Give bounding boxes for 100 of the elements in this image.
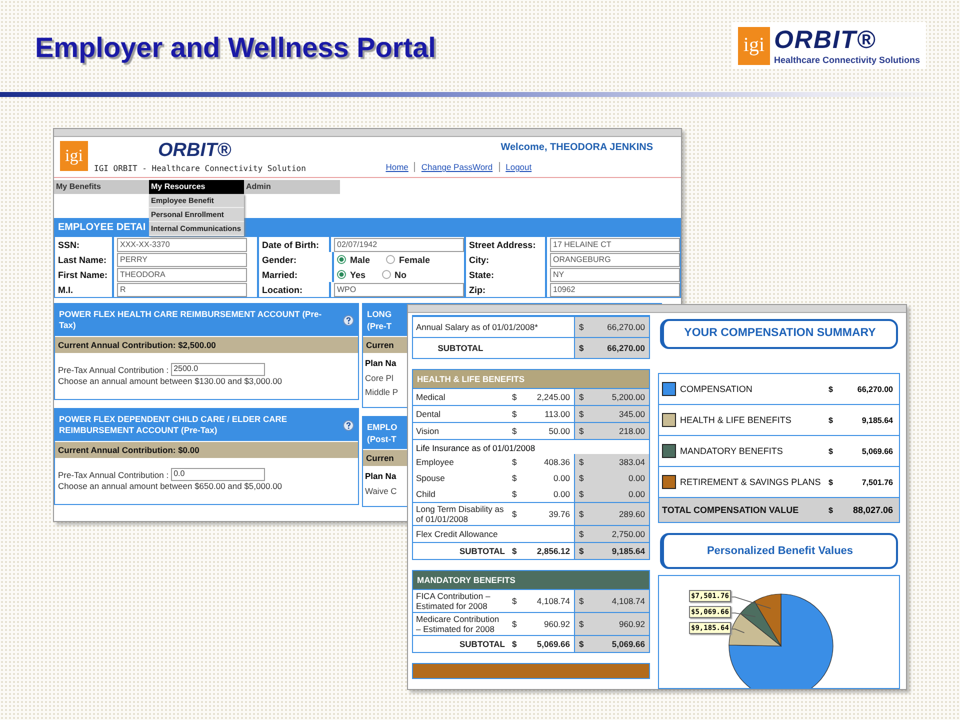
amount: 2,245.00 xyxy=(536,392,570,402)
row-label: FICA Contribution – Estimated for 2008 xyxy=(416,591,490,611)
amount: 9,185.64 xyxy=(860,416,893,424)
amount: 289.60 xyxy=(619,509,645,519)
amount: 345.00 xyxy=(619,409,645,419)
header-link[interactable]: Change PassWord xyxy=(414,162,493,172)
contribution-label: Current Annual Contribution: $2,500.00 xyxy=(55,336,358,353)
nav-tab[interactable]: My Benefits xyxy=(54,180,149,194)
total-amount: 88,027.06 xyxy=(852,505,893,515)
welcome-text: Welcome, THEODORA JENKINS xyxy=(500,142,653,153)
plan-name: Core Pl xyxy=(364,372,394,385)
field-label: Married: xyxy=(261,270,299,280)
currency-sign: $ xyxy=(512,639,517,649)
text-field[interactable]: R xyxy=(117,282,247,296)
amount: 39.76 xyxy=(548,509,570,519)
radio-button[interactable] xyxy=(382,270,391,279)
currency-sign: $ xyxy=(828,478,833,486)
field-label: City: xyxy=(468,254,490,264)
currency-sign: $ xyxy=(579,639,584,649)
currency-sign: $ xyxy=(828,446,833,456)
field-label: SSN: xyxy=(57,240,81,250)
chart-heading: Personalized Benefit Values xyxy=(660,533,898,569)
text-field[interactable]: 10962 xyxy=(550,282,680,296)
row-label: Flex Credit Allowance xyxy=(416,529,498,539)
nav-tab[interactable]: Admin xyxy=(244,180,339,194)
amount: 9,185.64 xyxy=(612,546,645,556)
column-header: Plan Na xyxy=(364,470,398,483)
currency-sign: $ xyxy=(579,457,584,467)
currency-sign: $ xyxy=(512,473,517,483)
text-field[interactable]: WPO xyxy=(334,282,464,296)
amount: 4,108.74 xyxy=(612,596,645,606)
currency-sign: $ xyxy=(512,546,517,556)
currency-sign: $ xyxy=(512,409,517,419)
category-label: COMPENSATION xyxy=(680,384,754,394)
currency-sign: $ xyxy=(579,619,584,629)
field-label: Pre-Tax Annual Contribution : xyxy=(58,364,169,374)
category-label: MANDATORY BENEFITS xyxy=(680,446,784,456)
currency-sign: $ xyxy=(828,384,833,394)
radio-label: Yes xyxy=(350,270,366,280)
radio-button[interactable] xyxy=(337,270,346,279)
help-icon[interactable] xyxy=(343,314,354,326)
field-label: Location: xyxy=(261,284,304,294)
field-label: Date of Birth: xyxy=(261,240,320,250)
amount: 66,270.00 xyxy=(607,343,645,353)
logo-mark: igi xyxy=(738,26,770,64)
hint-text: Choose an annual amount between $130.00 and $3,000.00 xyxy=(58,376,284,386)
field-label: State: xyxy=(468,270,496,280)
panel-title: POWER FLEX DEPENDENT CHILD CARE / ELDER CARE REIMBURSEMENT ACCOUNT (Pre-Tax) xyxy=(59,414,288,436)
amount: 0.00 xyxy=(553,489,570,499)
nav-tab[interactable]: My Resources xyxy=(149,180,244,194)
column-header: Plan Na xyxy=(364,357,398,370)
amount: 7,501.76 xyxy=(860,478,893,486)
text-field[interactable]: NY xyxy=(550,268,680,282)
text-field[interactable]: PERRY xyxy=(117,252,247,266)
table-title: MANDATORY BENEFITS xyxy=(413,571,649,589)
text-field[interactable]: 17 HELAINE CT xyxy=(550,238,680,252)
row-label: Dental xyxy=(416,409,441,419)
panel-title: (Post-T xyxy=(367,434,396,444)
amount-field[interactable]: 0.0 xyxy=(170,468,265,481)
row-label: Spouse xyxy=(416,473,445,483)
panel-title: POWER FLEX HEALTH CARE REIMBURSEMENT ACCOUNT (Pre-Tax) xyxy=(59,309,323,331)
currency-sign: $ xyxy=(828,506,833,514)
category-label: HEALTH & LIFE BENEFITS xyxy=(680,415,792,425)
currency-sign: $ xyxy=(579,322,584,332)
amount: 5,069.66 xyxy=(536,639,570,649)
amount-field[interactable]: 2500.0 xyxy=(170,363,265,376)
field-label: Gender: xyxy=(261,254,298,264)
field-label: Street Address: xyxy=(468,240,537,250)
currency-sign: $ xyxy=(579,343,584,353)
currency-sign: $ xyxy=(579,489,584,499)
row-label: Child xyxy=(416,489,436,499)
radio-button[interactable] xyxy=(337,255,346,264)
amount: 960.92 xyxy=(544,619,570,629)
text-field[interactable]: XXX-XX-3370 xyxy=(117,238,247,252)
currency-sign: $ xyxy=(579,596,584,606)
amount: 0.00 xyxy=(553,473,570,483)
amount: 113.00 xyxy=(544,409,570,419)
field-label: Zip: xyxy=(468,284,486,294)
amount: 4,108.74 xyxy=(536,596,570,606)
header-link[interactable]: Home xyxy=(386,162,408,172)
currency-sign: $ xyxy=(512,426,517,436)
amount: 5,069.66 xyxy=(860,446,893,456)
header-link[interactable]: Logout xyxy=(498,162,532,172)
field-label: Last Name: xyxy=(57,254,108,264)
panel-title: LONG xyxy=(367,308,392,320)
field-label: Pre-Tax Annual Contribution : xyxy=(58,470,169,480)
contribution-label: Current Annual Contribution: $0.00 xyxy=(55,441,358,458)
currency-sign: $ xyxy=(828,416,833,424)
currency-sign: $ xyxy=(579,529,584,539)
amount: 383.04 xyxy=(619,457,645,467)
radio-label: Male xyxy=(350,254,370,264)
text-field[interactable]: ORANGEBURG xyxy=(550,252,680,266)
help-icon[interactable] xyxy=(343,420,354,430)
text-field[interactable]: THEODORA xyxy=(117,268,247,282)
amount: 5,200.00 xyxy=(612,392,645,402)
radio-button[interactable] xyxy=(386,255,396,264)
subtotal-label: SUBTOTAL xyxy=(460,639,505,649)
text-field[interactable]: 02/07/1942 xyxy=(334,238,464,252)
amount: 218.00 xyxy=(619,426,645,436)
currency-sign: $ xyxy=(512,596,517,606)
